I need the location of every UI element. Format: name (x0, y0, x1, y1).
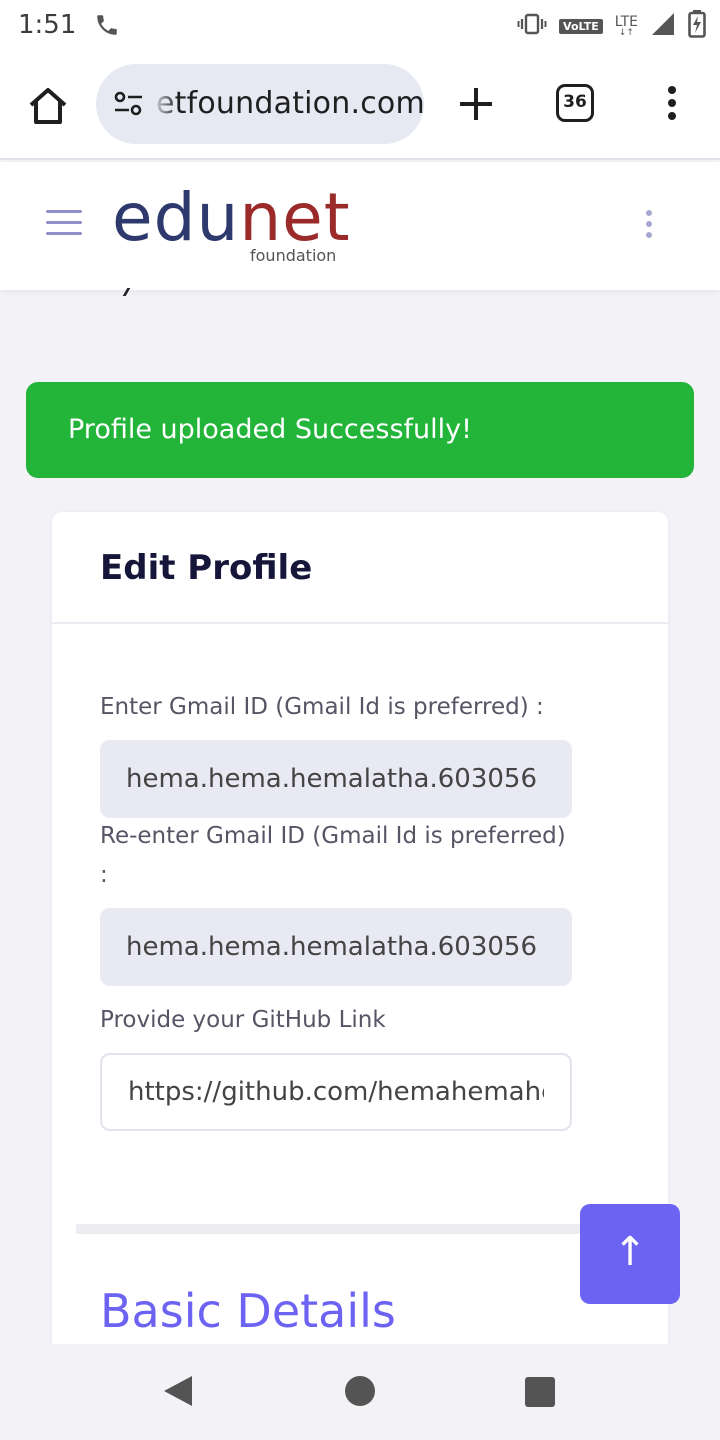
card-title: Edit Profile (100, 548, 313, 588)
logo-net: net (239, 179, 351, 256)
browser-menu-icon[interactable] (664, 86, 680, 126)
browser-toolbar: etfoundation.com 36 (0, 52, 720, 160)
phone-call-icon (94, 12, 120, 43)
address-bar[interactable]: etfoundation.com (96, 64, 424, 144)
tab-switcher-button[interactable]: 36 (556, 84, 594, 122)
edit-profile-card: Edit Profile Enter Gmail ID (Gmail Id is… (52, 512, 668, 1392)
github-label: Provide your GitHub Link (100, 1007, 386, 1033)
github-link-input[interactable] (100, 1053, 572, 1131)
status-bar: 1:51 VoLTE LTE ↓↑ (0, 0, 720, 52)
card-divider (52, 622, 668, 624)
scroll-to-top-button[interactable]: ↑ (580, 1204, 680, 1304)
gmail-input[interactable] (100, 740, 572, 818)
gmail-confirm-input[interactable] (100, 908, 572, 986)
new-tab-plus-icon[interactable] (456, 84, 496, 124)
logo-edu: edu (112, 179, 240, 256)
battery-charging-icon (688, 10, 706, 43)
alert-message: Profile uploaded Successfully! (68, 414, 472, 445)
partial-heading-glyph (109, 288, 131, 296)
back-icon[interactable] (162, 1374, 194, 1413)
arrow-up-icon: ↑ (613, 1229, 647, 1275)
lte-indicator: LTE ↓↑ (614, 14, 638, 38)
home-circle-icon[interactable] (345, 1376, 375, 1406)
volte-badge: VoLTE (559, 19, 603, 34)
home-icon[interactable] (26, 84, 70, 128)
section-divider (76, 1224, 616, 1234)
signal-icon (650, 11, 676, 42)
status-time: 1:51 (18, 10, 77, 40)
vibrate-icon (517, 12, 547, 41)
url-text: etfoundation.com (156, 86, 424, 121)
success-alert: Profile uploaded Successfully! (26, 382, 694, 478)
gmail-confirm-label: Re-enter Gmail ID (Gmail Id is preferred… (100, 823, 566, 888)
site-settings-icon[interactable] (112, 90, 146, 123)
basic-details-heading: Basic Details (100, 1284, 396, 1338)
site-header: edunet foundation (0, 162, 720, 290)
logo-subtitle: foundation (250, 246, 337, 265)
recent-apps-icon[interactable] (525, 1377, 555, 1407)
url-fade (152, 64, 178, 144)
status-indicators: VoLTE LTE ↓↑ (517, 10, 706, 43)
gmail-label: Enter Gmail ID (Gmail Id is preferred) : (100, 694, 544, 720)
edunet-logo[interactable]: edunet foundation (112, 179, 351, 266)
more-options-icon[interactable] (646, 210, 656, 242)
system-nav-bar (0, 1344, 720, 1440)
hamburger-menu-icon[interactable] (46, 210, 82, 236)
